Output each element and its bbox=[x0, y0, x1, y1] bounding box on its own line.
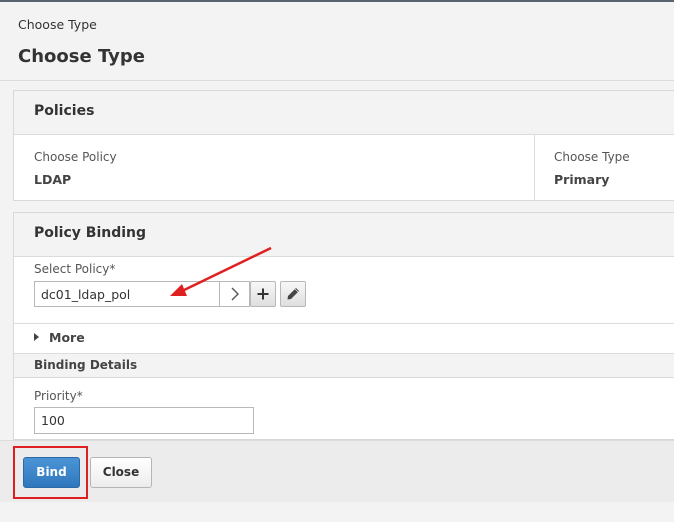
chevron-right-icon bbox=[231, 287, 239, 301]
edit-policy-button[interactable] bbox=[280, 281, 306, 307]
triangle-right-icon bbox=[34, 333, 39, 341]
pencil-icon bbox=[287, 288, 299, 300]
policy-binding-panel-title: Policy Binding bbox=[34, 225, 147, 241]
add-policy-button[interactable] bbox=[250, 281, 276, 307]
binding-details-header: Binding Details bbox=[14, 353, 674, 378]
page-title: Choose Type bbox=[18, 46, 145, 67]
choose-policy-label: Choose Policy bbox=[34, 150, 117, 164]
more-label: More bbox=[49, 330, 85, 345]
select-policy-value: dc01_ldap_pol bbox=[41, 287, 131, 302]
plus-icon bbox=[257, 288, 269, 300]
more-toggle[interactable]: More bbox=[34, 330, 85, 345]
header-divider bbox=[0, 80, 674, 81]
breadcrumb: Choose Type bbox=[18, 17, 97, 32]
select-policy-dropdown[interactable]: dc01_ldap_pol bbox=[34, 281, 250, 307]
policies-panel-header: Policies bbox=[14, 91, 674, 135]
bind-highlight-annotation bbox=[13, 446, 88, 499]
close-button[interactable]: Close bbox=[90, 457, 152, 488]
policies-panel-title: Policies bbox=[34, 103, 95, 119]
choose-type-label: Choose Type bbox=[554, 150, 630, 164]
choose-type-value: Primary bbox=[554, 172, 610, 187]
more-top-divider bbox=[14, 323, 674, 324]
choose-policy-value: LDAP bbox=[34, 172, 72, 187]
top-bar bbox=[0, 0, 674, 2]
binding-details-label: Binding Details bbox=[34, 358, 138, 372]
column-divider bbox=[534, 135, 535, 201]
policy-binding-panel: Policy Binding Select Policy* dc01_ldap_… bbox=[13, 212, 674, 440]
select-policy-label: Select Policy* bbox=[34, 262, 116, 276]
policies-panel: Policies Choose Policy LDAP Choose Type … bbox=[13, 90, 674, 201]
policy-binding-panel-header: Policy Binding bbox=[14, 213, 674, 257]
select-policy-arrow-button[interactable] bbox=[219, 282, 249, 306]
priority-label: Priority* bbox=[34, 389, 83, 403]
priority-input[interactable] bbox=[34, 407, 254, 434]
